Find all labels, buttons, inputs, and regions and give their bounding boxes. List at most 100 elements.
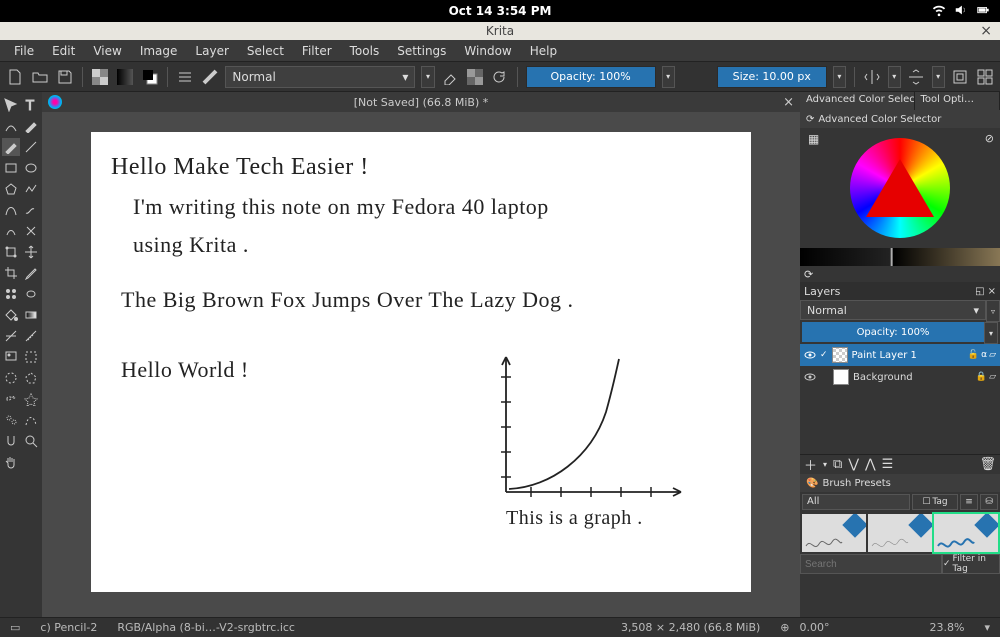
rectangle-tool[interactable] [2, 159, 20, 177]
status-rotation-icon[interactable]: ⊕ [770, 621, 799, 634]
reference-tool[interactable] [2, 348, 20, 366]
mirror-x-button[interactable] [863, 67, 882, 87]
workspace-chooser-button[interactable] [975, 67, 994, 87]
open-file-button[interactable] [31, 67, 50, 87]
fill-tool[interactable] [2, 306, 20, 324]
mirror-y-menu[interactable]: ▾ [932, 66, 945, 88]
delete-layer-button[interactable]: 🗑 [979, 457, 996, 472]
menu-window[interactable]: Window [456, 42, 519, 60]
brush-search-input[interactable] [800, 554, 942, 574]
pattern-swatch[interactable] [91, 67, 110, 87]
canvas[interactable]: Hello Make Tech Easier ! I'm writing thi… [91, 132, 751, 592]
menu-tools[interactable]: Tools [342, 42, 388, 60]
volume-icon[interactable] [954, 3, 968, 20]
transform-tool[interactable] [2, 243, 20, 261]
move-layer-tool[interactable] [22, 243, 40, 261]
layer-opacity-stepper[interactable]: ▾ [984, 322, 998, 344]
preset-storage-button[interactable]: ⛁ [980, 494, 998, 510]
move-tool[interactable] [2, 96, 20, 114]
hue-ring[interactable] [850, 138, 950, 238]
blend-mode-select[interactable]: Normal ▾ [225, 66, 415, 88]
mirror-y-button[interactable] [907, 67, 926, 87]
menu-help[interactable]: Help [522, 42, 565, 60]
zoom-tool[interactable] [22, 432, 40, 450]
layer-row[interactable]: ✓ Paint Layer 1 🔓 α ▱ [800, 344, 1000, 366]
brush-preset[interactable] [802, 514, 866, 552]
polygon-tool[interactable] [2, 180, 20, 198]
battery-icon[interactable] [976, 3, 990, 20]
lock-icon[interactable]: 🔒 [976, 372, 987, 382]
document-close-button[interactable]: × [783, 95, 794, 110]
multibrush-tool[interactable] [22, 222, 40, 240]
smart-patch-tool[interactable] [22, 285, 40, 303]
inherit-alpha-icon[interactable]: ▱ [989, 350, 996, 360]
eye-icon[interactable] [804, 349, 816, 361]
assistant-tool[interactable] [2, 327, 20, 345]
color-selector[interactable]: ▦ ⊘ [800, 128, 1000, 248]
eye-icon[interactable] [804, 371, 816, 383]
brush-preset[interactable] [868, 514, 932, 552]
mirror-x-menu[interactable]: ▾ [888, 66, 901, 88]
similar-select-tool[interactable] [2, 411, 20, 429]
freehand-path-tool[interactable] [22, 201, 40, 219]
grid-icon[interactable]: ▦ [808, 132, 819, 146]
status-color-profile[interactable]: RGB/Alpha (8-bi…-V2-srgbtrc.icc [107, 621, 305, 634]
alpha-lock-button[interactable] [465, 67, 484, 87]
brush-settings-button[interactable] [176, 67, 195, 87]
bezier-tool[interactable] [2, 201, 20, 219]
bezier-select-tool[interactable] [22, 411, 40, 429]
close-icon[interactable]: × [988, 286, 996, 297]
color-history-bar[interactable] [800, 248, 1000, 266]
zoom-stepper[interactable]: ▾ [974, 621, 1000, 634]
brush-preset-thumb[interactable] [201, 67, 220, 87]
opacity-slider[interactable]: Opacity: 100% [526, 66, 656, 88]
dynamic-brush-tool[interactable] [2, 222, 20, 240]
polygon-select-tool[interactable] [22, 369, 40, 387]
calligraphy-tool[interactable] [22, 117, 40, 135]
line-tool[interactable] [22, 138, 40, 156]
wifi-icon[interactable] [932, 3, 946, 20]
canvas-viewport[interactable]: Hello Make Tech Easier ! I'm writing thi… [42, 112, 800, 617]
ellipse-tool[interactable] [22, 159, 40, 177]
alpha-icon[interactable]: α [981, 350, 987, 360]
blend-prev-button[interactable]: ▾ [421, 66, 434, 88]
freehand-select-tool[interactable] [2, 390, 20, 408]
tab-advanced-color[interactable]: Advanced Color Selec… [800, 92, 915, 110]
menu-edit[interactable]: Edit [44, 42, 83, 60]
filter-in-tag-toggle[interactable]: ✓ Filter in Tag [942, 554, 1000, 574]
layer-opacity-slider[interactable]: Opacity: 100% [802, 322, 984, 342]
pan-tool[interactable] [2, 453, 20, 471]
reload-preset-button[interactable] [490, 67, 509, 87]
color-picker-tool[interactable] [22, 264, 40, 282]
clear-color-icon[interactable]: ⊘ [985, 132, 994, 145]
menu-filter[interactable]: Filter [294, 42, 340, 60]
size-slider[interactable]: Size: 10.00 px [717, 66, 827, 88]
lock-icon[interactable]: 🔓 [968, 350, 979, 360]
layer-blend-select[interactable]: Normal▾ [800, 300, 986, 320]
contiguous-select-tool[interactable] [22, 390, 40, 408]
preset-tag-button[interactable]: ☐ Tag [912, 494, 958, 510]
float-icon[interactable]: ◱ [975, 286, 984, 297]
tab-tool-options[interactable]: Tool Opti… [915, 92, 1000, 110]
layer-row[interactable]: Background 🔒 ▱ [800, 366, 1000, 388]
save-file-button[interactable] [55, 67, 74, 87]
gradient-swatch[interactable] [116, 67, 135, 87]
menu-settings[interactable]: Settings [389, 42, 454, 60]
menu-file[interactable]: File [6, 42, 42, 60]
layer-filter-button[interactable]: ▿ [986, 300, 1000, 322]
wrap-around-button[interactable] [951, 67, 970, 87]
status-zoom[interactable]: 23.8% [920, 621, 975, 634]
size-stepper[interactable]: ▾ [833, 66, 846, 88]
refresh-icon[interactable]: ⟳ [806, 114, 814, 125]
pattern-edit-tool[interactable] [2, 285, 20, 303]
menu-image[interactable]: Image [132, 42, 186, 60]
add-layer-menu[interactable]: ▾ [823, 460, 827, 469]
eraser-mode-button[interactable] [441, 67, 460, 87]
rect-select-tool[interactable] [22, 348, 40, 366]
shape-edit-tool[interactable] [2, 117, 20, 135]
brush-preset[interactable] [934, 514, 998, 552]
sv-triangle[interactable] [866, 159, 934, 217]
window-close-button[interactable]: × [980, 23, 992, 39]
polyline-tool[interactable] [22, 180, 40, 198]
new-file-button[interactable] [6, 67, 25, 87]
